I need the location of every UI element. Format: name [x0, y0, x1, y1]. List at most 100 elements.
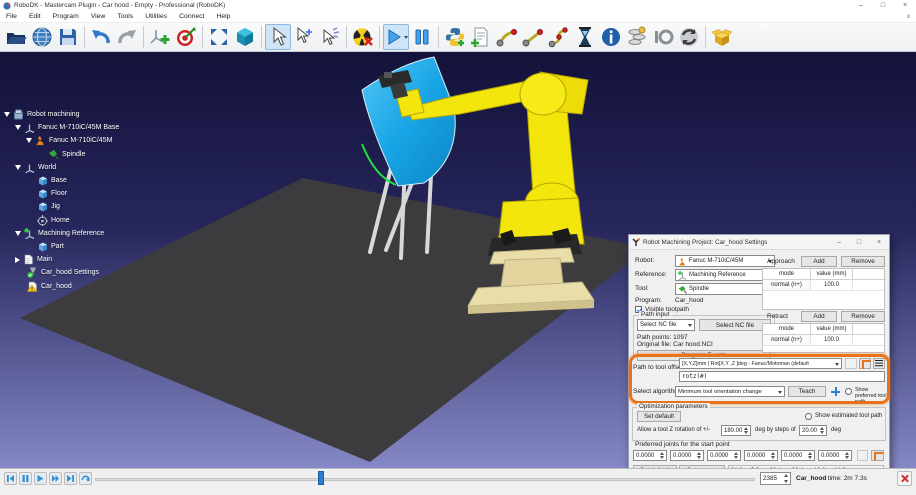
- tree-item-robot-machining[interactable]: Robot machining: [2, 108, 222, 121]
- simulation-slider-track[interactable]: [95, 478, 755, 481]
- approach-remove-button[interactable]: Remove: [841, 256, 885, 267]
- close-button[interactable]: ×: [894, 0, 916, 11]
- add-target-icon[interactable]: [173, 24, 199, 50]
- wait-instruction-icon[interactable]: [572, 24, 598, 50]
- loop-icon[interactable]: [79, 472, 92, 485]
- program-call-instruction-icon[interactable]: [624, 24, 650, 50]
- menu-tools[interactable]: Tools: [111, 11, 139, 23]
- move-joint-instruction-icon[interactable]: [494, 24, 520, 50]
- select-nc-file-button[interactable]: Select NC file: [699, 319, 771, 331]
- joint-2-spinbox[interactable]: 0.0000: [670, 450, 704, 461]
- menu-utilities[interactable]: Utilities: [139, 11, 173, 23]
- show-preferred-radio[interactable]: [845, 388, 852, 395]
- stepper-icon[interactable]: [743, 427, 749, 434]
- joint-6-spinbox[interactable]: 0.0000: [818, 450, 852, 461]
- io-instruction-icon[interactable]: [650, 24, 676, 50]
- joints-reset-button[interactable]: [871, 450, 884, 461]
- play-icon[interactable]: [34, 472, 47, 485]
- simulation-slider-handle[interactable]: [318, 471, 324, 485]
- fast-forward-icon[interactable]: [49, 472, 62, 485]
- stepper-icon[interactable]: [819, 427, 825, 434]
- pause-icon[interactable]: [19, 472, 32, 485]
- algorithm-dropdown[interactable]: Minimum tool orientation change: [675, 386, 785, 397]
- menu-help[interactable]: Help: [210, 11, 236, 23]
- redo-icon[interactable]: [114, 24, 140, 50]
- toolbar-close-icon[interactable]: x: [907, 14, 910, 20]
- joint-1-spinbox[interactable]: 0.0000: [633, 450, 667, 461]
- tree-item-car-hood-settings[interactable]: Car_hood Settings: [2, 266, 222, 279]
- expander-icon[interactable]: [26, 138, 32, 143]
- website-icon[interactable]: [29, 24, 55, 50]
- select-move-icon[interactable]: [317, 24, 343, 50]
- close-simulation-bar-button[interactable]: [897, 471, 912, 486]
- approach-value-cell[interactable]: 100.0: [811, 280, 853, 290]
- robot-dropdown[interactable]: Fanuc M-710iC/45M: [675, 255, 775, 267]
- tree-item-world[interactable]: World: [2, 161, 222, 174]
- rotation-spinbox[interactable]: 180.00: [721, 425, 751, 436]
- joint-5-spinbox[interactable]: 0.0000: [781, 450, 815, 461]
- minimize-button[interactable]: –: [850, 0, 872, 11]
- retract-mode-cell[interactable]: normal (n+): [763, 335, 811, 345]
- approach-add-button[interactable]: Add: [801, 256, 837, 267]
- tool-dropdown[interactable]: Spindle: [675, 283, 775, 295]
- tree-item-base[interactable]: Base: [2, 174, 222, 187]
- add-preferred-path-button[interactable]: [829, 386, 842, 397]
- stepper-icon[interactable]: [659, 452, 665, 459]
- reference-dropdown[interactable]: Machining Reference: [675, 269, 775, 281]
- expander-icon[interactable]: [15, 257, 20, 263]
- stepper-icon[interactable]: [733, 452, 739, 459]
- open-icon[interactable]: [3, 24, 29, 50]
- add-python-script-icon[interactable]: [442, 24, 468, 50]
- isometric-view-icon[interactable]: [232, 24, 258, 50]
- pause-simulation-icon[interactable]: [409, 24, 435, 50]
- stepper-icon[interactable]: [696, 452, 702, 459]
- viewport-3d[interactable]: Robot machining Fanuc M-710iC/45M Base F…: [0, 52, 916, 468]
- dialog-minimize-button[interactable]: –: [829, 235, 849, 250]
- menu-view[interactable]: View: [85, 11, 112, 23]
- tree-item-floor[interactable]: Floor: [2, 187, 222, 200]
- menu-file[interactable]: File: [0, 11, 23, 23]
- tree-item-robot[interactable]: Fanuc M-710iC/45M: [2, 134, 222, 147]
- stepper-icon[interactable]: [844, 452, 850, 459]
- retract-add-button[interactable]: Add: [801, 311, 837, 322]
- go-start-icon[interactable]: [4, 472, 17, 485]
- frame-spinbox[interactable]: 2385: [760, 472, 791, 485]
- run-on-robot-icon[interactable]: [676, 24, 702, 50]
- optimization-set-default-button[interactable]: Set default: [637, 411, 681, 422]
- tree-item-part[interactable]: Part: [2, 240, 222, 253]
- step-spinbox[interactable]: 20.00: [799, 425, 827, 436]
- select-icon[interactable]: [265, 24, 291, 50]
- tree-item-robot-base-frame[interactable]: Fanuc M-710iC/45M Base: [2, 121, 222, 134]
- fit-view-icon[interactable]: [206, 24, 232, 50]
- joint-4-spinbox[interactable]: 0.0000: [744, 450, 778, 461]
- stepper-icon[interactable]: [783, 474, 789, 483]
- show-message-instruction-icon[interactable]: [598, 24, 624, 50]
- move-linear-instruction-icon[interactable]: [520, 24, 546, 50]
- tree-item-main[interactable]: Main: [2, 253, 222, 266]
- retract-value-cell[interactable]: 100.0: [811, 335, 853, 345]
- menu-connect[interactable]: Connect: [173, 11, 210, 23]
- menu-program[interactable]: Program: [47, 11, 85, 23]
- show-estimated-radio[interactable]: [805, 413, 812, 420]
- export-simulation-icon[interactable]: [709, 24, 735, 50]
- stepper-icon[interactable]: [770, 452, 776, 459]
- tree-item-car-hood[interactable]: Car_hood: [2, 279, 222, 292]
- tree-item-home[interactable]: Home: [2, 214, 222, 227]
- offset-format-dropdown[interactable]: [X,Y,Z]mm | Rot[X,Y ,Z ]deg - Fanuc/Moto…: [679, 358, 842, 369]
- offset-reset-button[interactable]: [859, 358, 871, 369]
- approach-mode-cell[interactable]: normal (n+): [763, 280, 811, 290]
- joint-3-spinbox[interactable]: 0.0000: [707, 450, 741, 461]
- offset-expression-input[interactable]: rotz(#): [679, 371, 885, 382]
- move-circular-instruction-icon[interactable]: [546, 24, 572, 50]
- tree-item-spindle[interactable]: Spindle: [2, 148, 222, 161]
- nc-file-dropdown[interactable]: Select NC file: [637, 319, 695, 331]
- offset-menu-button[interactable]: [873, 358, 885, 369]
- go-end-icon[interactable]: [64, 472, 77, 485]
- select-rectangle-icon[interactable]: [291, 24, 317, 50]
- expander-icon[interactable]: [4, 112, 10, 117]
- tree-item-machining-reference[interactable]: Machining Reference: [2, 227, 222, 240]
- collision-check-icon[interactable]: [350, 24, 376, 50]
- stepper-icon[interactable]: [807, 452, 813, 459]
- expander-icon[interactable]: [15, 231, 21, 236]
- undo-icon[interactable]: [88, 24, 114, 50]
